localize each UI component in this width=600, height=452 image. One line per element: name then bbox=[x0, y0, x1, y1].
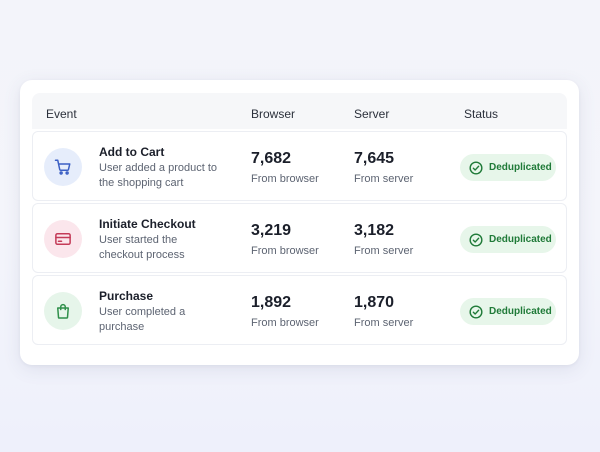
initiate-checkout-icon-badge bbox=[44, 220, 82, 258]
browser-count: 1,892 bbox=[251, 294, 292, 311]
table-row[interactable]: Initiate Checkout User started the check… bbox=[32, 203, 567, 273]
purchase-icon-badge bbox=[44, 292, 82, 330]
server-count: 1,870 bbox=[354, 294, 395, 311]
check-circle-icon bbox=[469, 160, 483, 175]
event-description: User added a product to the shopping car… bbox=[99, 162, 218, 189]
server-label: From server bbox=[354, 245, 414, 257]
status-label: Deduplicated bbox=[489, 234, 552, 245]
header-event: Event bbox=[46, 107, 77, 121]
server-label: From server bbox=[354, 317, 414, 329]
browser-label: From browser bbox=[251, 317, 319, 329]
table-header: Event Browser Server Status bbox=[32, 93, 567, 129]
browser-count: 7,682 bbox=[251, 150, 292, 167]
header-status: Status bbox=[464, 107, 499, 121]
event-description: User started the checkout process bbox=[99, 234, 185, 261]
event-title: Add to Cart bbox=[99, 145, 165, 159]
header-browser: Browser bbox=[251, 107, 296, 121]
header-server: Server bbox=[354, 107, 390, 121]
status-label: Deduplicated bbox=[489, 306, 552, 317]
status-label: Deduplicated bbox=[489, 162, 552, 173]
browser-label: From browser bbox=[251, 245, 319, 257]
browser-count: 3,219 bbox=[251, 222, 292, 239]
event-title: Purchase bbox=[99, 289, 154, 303]
event-description: User completed a purchase bbox=[99, 306, 186, 333]
event-title: Initiate Checkout bbox=[99, 217, 196, 231]
events-table-card: Event Browser Server Status Add to Cart … bbox=[20, 80, 579, 365]
server-count: 7,645 bbox=[354, 150, 395, 167]
add-to-cart-icon-badge bbox=[44, 148, 82, 186]
cart-icon bbox=[54, 159, 71, 175]
status-badge: Deduplicated bbox=[460, 226, 556, 253]
browser-label: From browser bbox=[251, 173, 319, 185]
server-count: 3,182 bbox=[354, 222, 395, 239]
table-row[interactable]: Add to Cart User added a product to the … bbox=[32, 131, 567, 201]
server-label: From server bbox=[354, 173, 414, 185]
status-badge: Deduplicated bbox=[460, 298, 556, 325]
table-row[interactable]: Purchase User completed a purchase 1,892… bbox=[32, 275, 567, 345]
check-circle-icon bbox=[469, 304, 483, 319]
status-badge: Deduplicated bbox=[460, 154, 556, 181]
credit-card-icon bbox=[55, 233, 71, 245]
check-circle-icon bbox=[469, 232, 483, 247]
shopping-bag-icon bbox=[57, 303, 69, 319]
